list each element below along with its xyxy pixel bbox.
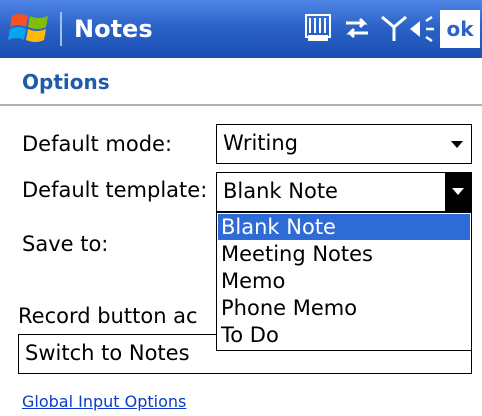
- template-option[interactable]: Phone Memo: [218, 295, 470, 321]
- default-template-select[interactable]: Blank Note: [216, 172, 472, 212]
- start-button[interactable]: [0, 0, 58, 58]
- default-mode-select[interactable]: Writing: [216, 124, 472, 164]
- chevron-down-icon: [452, 188, 464, 195]
- ok-button[interactable]: ok: [440, 10, 480, 48]
- template-option[interactable]: To Do: [218, 322, 470, 348]
- page-title: Options: [22, 70, 110, 94]
- header-divider: [0, 104, 482, 106]
- title-bar: Notes ok: [0, 0, 482, 58]
- windows-flag-icon: [8, 14, 48, 42]
- default-mode-label: Default mode:: [22, 132, 173, 156]
- save-to-label: Save to:: [22, 232, 109, 256]
- volume-icon[interactable]: [406, 13, 442, 45]
- record-button-label: Record button ac: [18, 304, 198, 328]
- input-panel-icon[interactable]: [302, 13, 338, 45]
- default-mode-value: Writing: [223, 131, 298, 155]
- global-input-options-link[interactable]: Global Input Options: [22, 392, 186, 411]
- chevron-down-icon: [451, 141, 463, 148]
- template-option[interactable]: Memo: [218, 268, 470, 294]
- template-dropdown-list[interactable]: Blank Note Meeting Notes Memo Phone Memo…: [216, 212, 472, 351]
- connectivity-icon[interactable]: [340, 13, 376, 45]
- default-template-value: Blank Note: [223, 179, 338, 203]
- app-title: Notes: [74, 15, 153, 43]
- template-option[interactable]: Blank Note: [218, 214, 470, 240]
- record-button-value: Switch to Notes: [25, 341, 190, 365]
- title-separator: [60, 12, 62, 46]
- default-template-label: Default template:: [22, 178, 208, 202]
- template-option[interactable]: Meeting Notes: [218, 241, 470, 267]
- dropdown-button[interactable]: [445, 173, 471, 211]
